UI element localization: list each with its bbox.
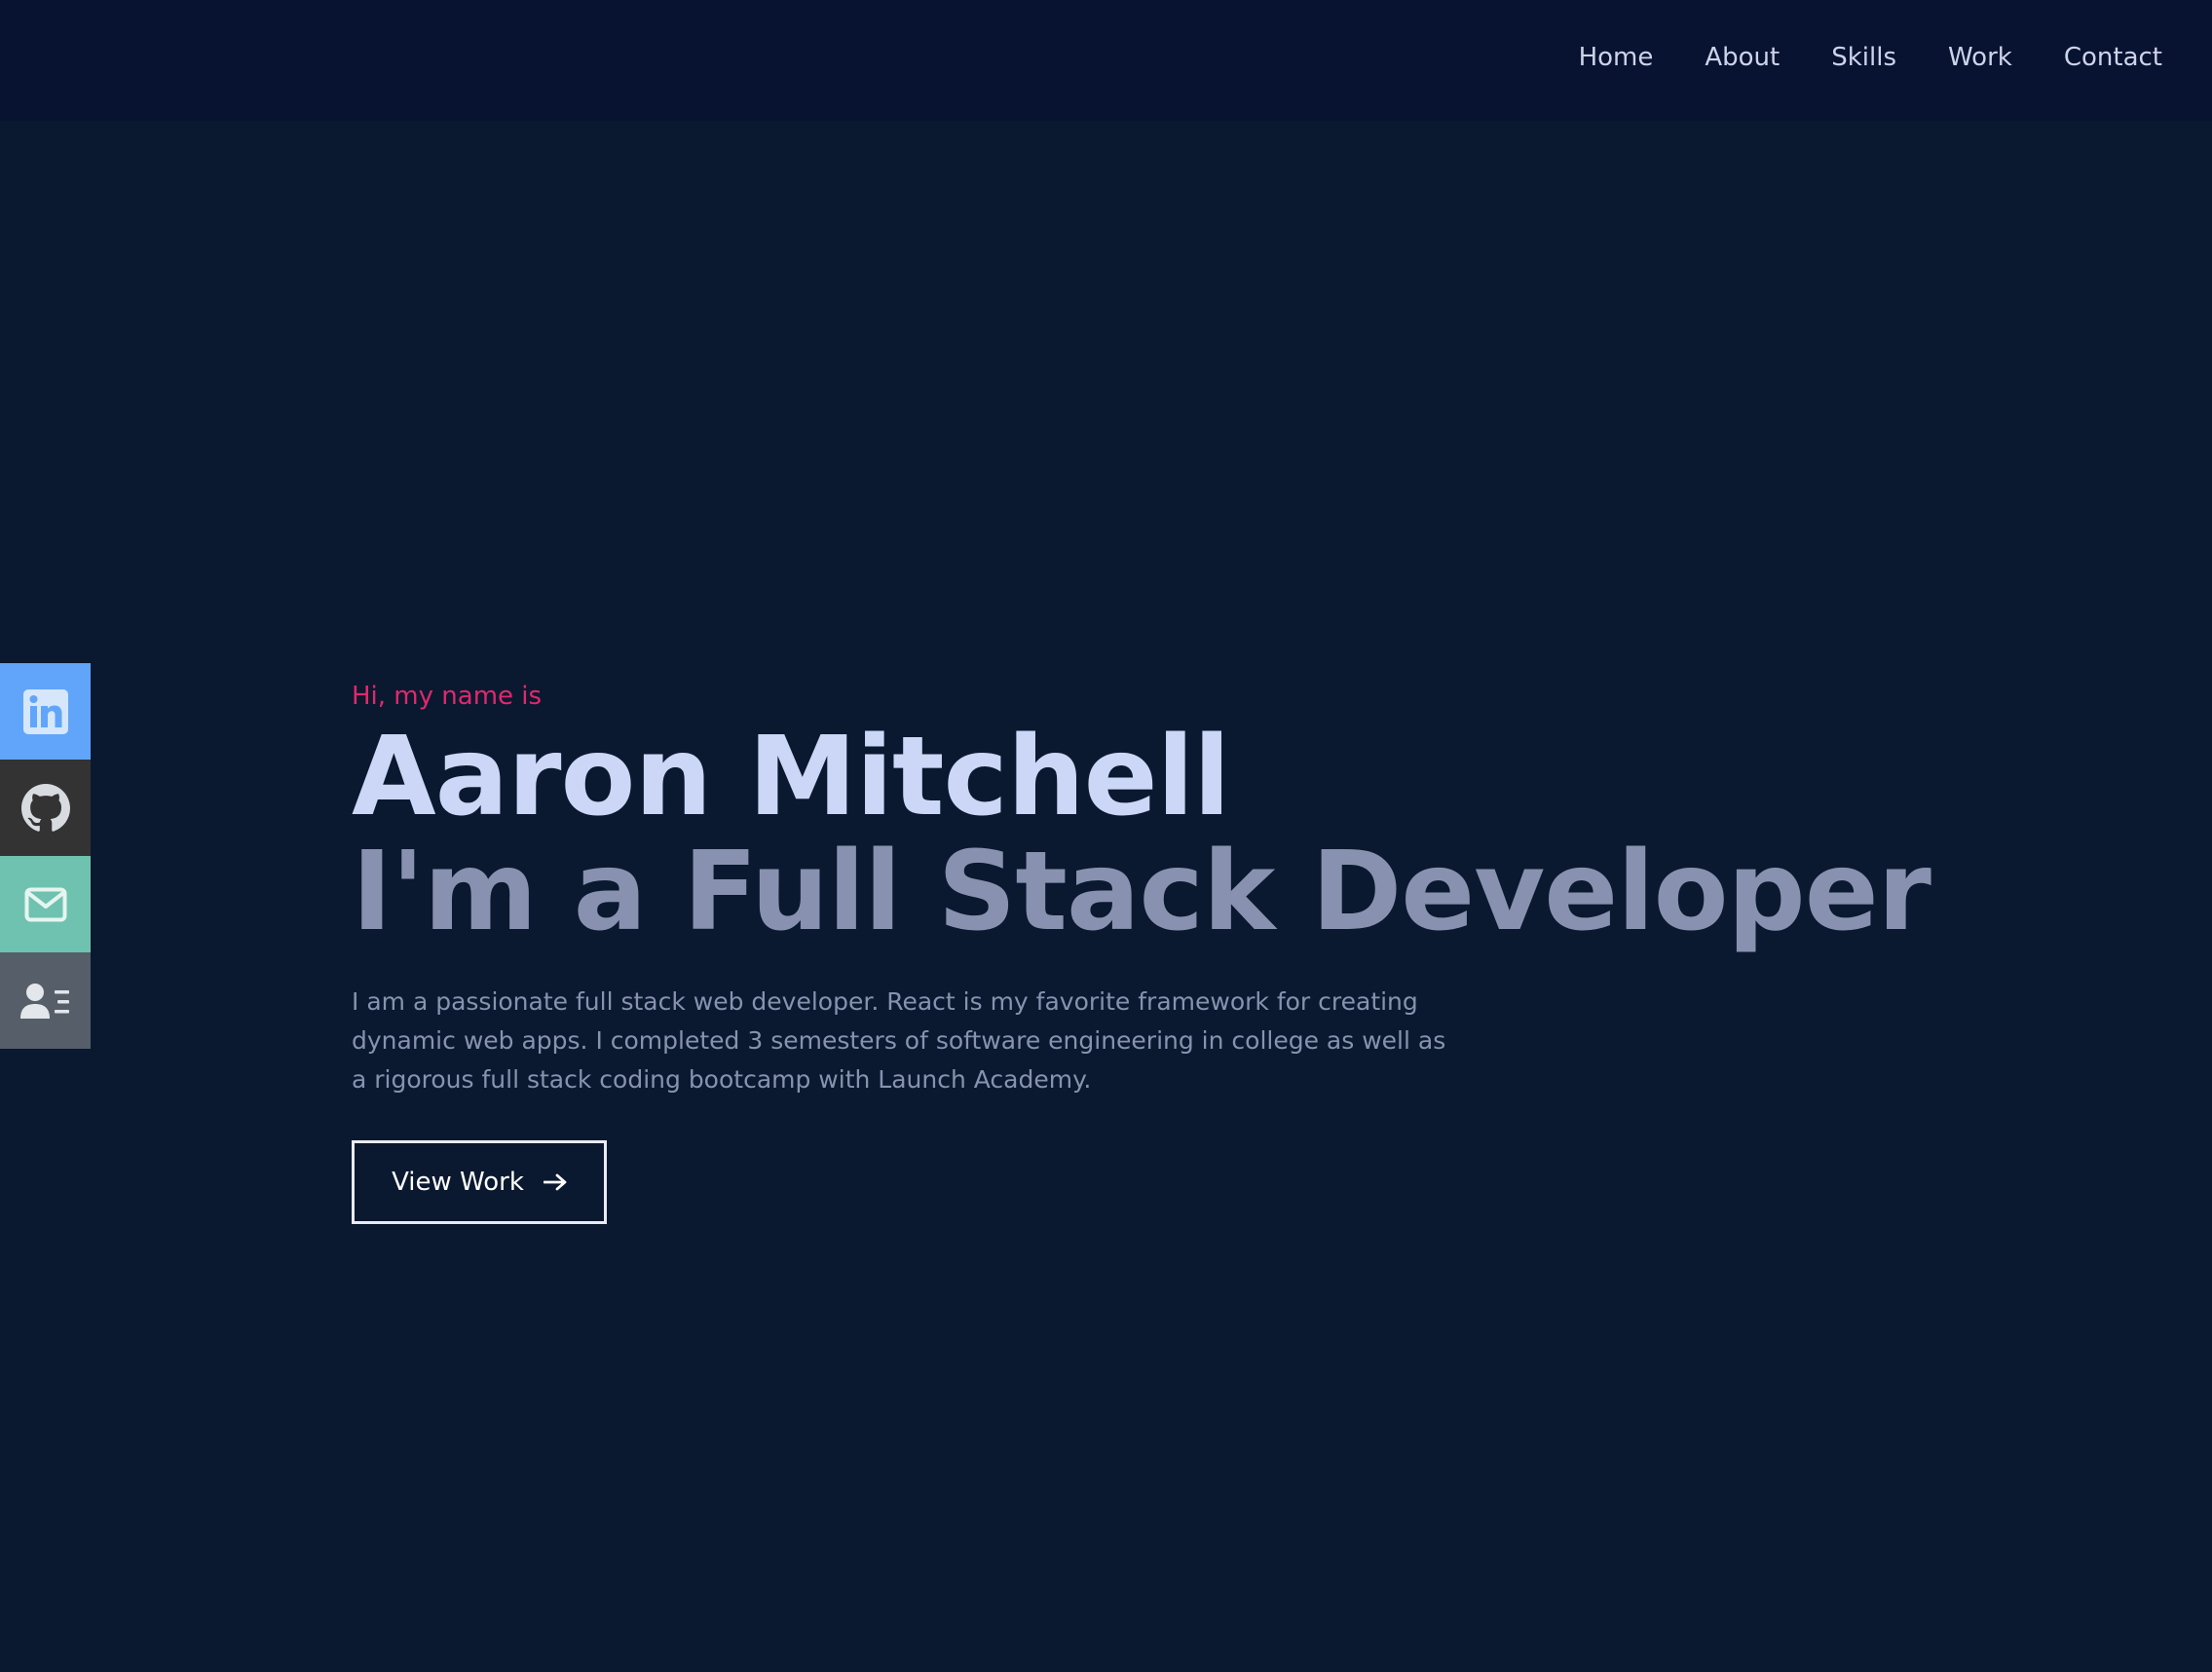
greeting-text: Hi, my name is: [352, 682, 543, 711]
view-work-label: View Work: [392, 1168, 524, 1197]
nav-link-about[interactable]: About: [1705, 43, 1780, 72]
linkedin-icon: [22, 688, 68, 734]
github-link[interactable]: [0, 760, 91, 856]
nav-links: Home About Skills Work Contact: [1527, 0, 2162, 115]
navbar: Home About Skills Work Contact: [0, 0, 2212, 121]
nav-link-home[interactable]: Home: [1579, 43, 1654, 72]
arrow-right-icon: [543, 1173, 567, 1191]
view-work-button[interactable]: View Work: [352, 1140, 607, 1224]
hero-section: Hi, my name is Aaron Mitchell I'm a Full…: [352, 677, 2163, 1224]
github-icon: [20, 783, 70, 833]
hero-name: Aaron Mitchell: [352, 714, 1230, 840]
linkedin-link[interactable]: [0, 663, 91, 760]
hero-description: I am a passionate full stack web develop…: [352, 987, 1446, 1094]
contact-card-icon: [19, 982, 71, 1021]
social-sidebar: [0, 663, 91, 1049]
email-link[interactable]: [0, 856, 91, 952]
nav-link-skills[interactable]: Skills: [1831, 43, 1896, 72]
nav-link-work[interactable]: Work: [1948, 43, 2012, 72]
hero-role: I'm a Full Stack Developer: [352, 829, 1931, 955]
mail-icon: [24, 887, 67, 922]
nav-link-contact[interactable]: Contact: [2064, 43, 2162, 72]
resume-link[interactable]: [0, 952, 91, 1049]
